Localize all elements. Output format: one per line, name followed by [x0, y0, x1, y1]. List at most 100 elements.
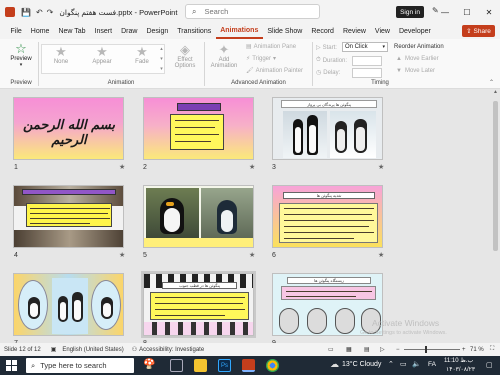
- autosave-icon[interactable]: [5, 7, 15, 17]
- gallery-scroll[interactable]: ▴ ▾ ▾: [158, 44, 165, 74]
- close-button[interactable]: ✕: [478, 0, 500, 24]
- zoom-level[interactable]: 71 %: [470, 347, 484, 353]
- tab-review[interactable]: Review: [338, 24, 370, 39]
- slide-sorter-view-icon[interactable]: ▦: [346, 346, 352, 353]
- delay-input[interactable]: [352, 68, 382, 78]
- window-title: فست هفتم پنگوان.pptx - PowerPoint: [59, 7, 178, 17]
- slide-thumbnail-5[interactable]: [143, 185, 254, 248]
- tab-slide-show[interactable]: Slide Show: [263, 24, 307, 39]
- slide-thumbnail-3[interactable]: پنگوئن ها پرندگان بی پرواز: [272, 97, 383, 160]
- file-explorer-icon[interactable]: [194, 359, 207, 372]
- slide8-title-bar: پنگوئن ها در قطب جنوب: [162, 282, 237, 289]
- task-view-icon[interactable]: [170, 359, 183, 372]
- scroll-thumb[interactable]: [493, 101, 498, 251]
- slide9-title: زیستگاه پنگوئن ها: [314, 278, 344, 283]
- tab-animations[interactable]: Animations: [215, 24, 263, 39]
- chrome-icon[interactable]: [266, 359, 279, 372]
- zoom-in-icon[interactable]: +: [462, 347, 466, 353]
- notification-icon[interactable]: ▢: [486, 361, 493, 369]
- clock-date[interactable]: ۱۴۰۳/۰۸/۲۳: [446, 366, 475, 373]
- duration-input[interactable]: [352, 56, 382, 66]
- tab-home[interactable]: Home: [26, 24, 54, 39]
- volume-icon[interactable]: 🔈: [412, 360, 421, 368]
- tab-design[interactable]: Design: [142, 24, 173, 39]
- animation-none[interactable]: ★ None: [47, 45, 75, 66]
- normal-view-icon[interactable]: ▭: [328, 346, 334, 353]
- collapse-ribbon-icon[interactable]: ⌃: [489, 79, 494, 86]
- tab-new-tab[interactable]: New Tab: [54, 24, 90, 39]
- animation-appear[interactable]: ★ Appear: [87, 45, 117, 66]
- animation-painter-icon: 🖌: [246, 68, 254, 74]
- search-input[interactable]: [204, 7, 305, 16]
- tab-insert[interactable]: Insert: [90, 24, 117, 39]
- trigger-button[interactable]: ⚡ Trigger ▾: [246, 55, 276, 63]
- trigger-icon: ⚡: [246, 56, 251, 62]
- search-icon: ⌕: [31, 360, 36, 370]
- slide-number: 3: [272, 164, 276, 171]
- group-advanced-label: Advanced Animation: [231, 80, 286, 86]
- language-status[interactable]: English (United States): [62, 347, 123, 353]
- signin-button[interactable]: Sign in: [396, 6, 424, 18]
- minimize-button[interactable]: —: [434, 0, 456, 24]
- tab-transitions[interactable]: Transitions: [173, 24, 216, 39]
- zoom-out-icon[interactable]: −: [396, 347, 400, 353]
- vertical-scrollbar[interactable]: ▲: [491, 89, 500, 343]
- tab-file[interactable]: File: [6, 24, 26, 39]
- slide-thumbnail-9[interactable]: زیستگاه پنگوئن ها: [272, 273, 383, 336]
- network-icon[interactable]: ▭: [400, 360, 407, 368]
- slide-thumbnail-4[interactable]: [13, 185, 124, 248]
- slide-thumbnail-6[interactable]: تغذیه پنگوئن ها: [272, 185, 383, 248]
- tab-draw[interactable]: Draw: [117, 24, 142, 39]
- spelling-icon[interactable]: ▣: [51, 346, 57, 353]
- slide3-title: پنگوئن ها پرندگان بی پرواز: [307, 102, 351, 107]
- slide-thumbnail-7[interactable]: [13, 273, 124, 336]
- language-indicator[interactable]: FA: [428, 361, 436, 368]
- weather-widget-icon[interactable]: 🍄: [143, 359, 155, 370]
- activation-watermark: Activate Windows: [372, 318, 440, 328]
- animation-painter-button[interactable]: 🖌 Animation Painter: [246, 67, 303, 75]
- slideshow-view-icon[interactable]: ▷: [380, 346, 385, 353]
- slide-thumbnail-2[interactable]: [143, 97, 254, 160]
- effect-options-button[interactable]: ◈ Effect Options: [170, 43, 200, 70]
- powerpoint-icon[interactable]: [242, 359, 255, 372]
- add-animation-button[interactable]: ✦ Add Animation: [207, 43, 241, 70]
- animation-pane-button[interactable]: ▤ Animation Pane: [246, 43, 296, 51]
- preview-button[interactable]: ☆ Preview ▾: [8, 42, 34, 69]
- slide-number: 2: [143, 164, 147, 171]
- clock-time[interactable]: 11:10 ب.ظ: [444, 357, 473, 364]
- share-button[interactable]: ⇪ Share: [462, 25, 495, 37]
- slide-thumbnail-8[interactable]: پنگوئن ها در قطب جنوب: [141, 271, 256, 338]
- fit-to-window-icon[interactable]: ⛶: [490, 346, 494, 353]
- windows-start-icon[interactable]: [6, 360, 17, 371]
- start-select[interactable]: On Click ▾: [342, 42, 388, 52]
- move-later-button[interactable]: ▼ Move Later: [396, 68, 435, 74]
- slide-thumbnail-1[interactable]: بسم الله الرحمن الرحیم: [13, 97, 124, 160]
- zoom-slider[interactable]: [404, 349, 460, 350]
- redo-icon[interactable]: ↷: [47, 8, 54, 17]
- save-icon[interactable]: 💾: [21, 8, 31, 17]
- maximize-button[interactable]: ☐: [456, 0, 478, 24]
- reading-view-icon[interactable]: ▤: [364, 346, 370, 353]
- zoom-thumb[interactable]: [425, 346, 427, 353]
- accessibility-status[interactable]: Accessibility: Investigate: [139, 347, 204, 353]
- tab-record[interactable]: Record: [307, 24, 339, 39]
- weather-status[interactable]: 13°C Cloudy: [342, 361, 381, 368]
- taskbar-search[interactable]: ⌕ Type here to search: [26, 358, 134, 373]
- tray-chevron-icon[interactable]: ⌃: [388, 360, 394, 368]
- divider: [312, 42, 313, 86]
- arrow-up-icon: ▲: [396, 56, 402, 62]
- animation-fade[interactable]: ★ Fade: [128, 45, 156, 66]
- effect-options-label: Effect Options: [174, 57, 196, 69]
- move-earlier-button[interactable]: ▲ Move Earlier: [396, 56, 439, 62]
- undo-icon[interactable]: ↶: [36, 8, 43, 17]
- scroll-up-icon[interactable]: ▲: [491, 89, 500, 95]
- delay-text: Delay:: [323, 69, 341, 76]
- share-icon: ⇪: [466, 28, 472, 35]
- tab-developer[interactable]: Developer: [394, 24, 435, 39]
- photoshop-icon[interactable]: Ps: [218, 359, 231, 372]
- search-box[interactable]: ⌕: [185, 4, 320, 19]
- status-bar: Slide 12 of 12 ▣ English (United States)…: [0, 343, 500, 356]
- menu-bar: File Home New Tab Insert Draw Design Tra…: [0, 24, 500, 39]
- taskbar-search-placeholder: Type here to search: [40, 361, 107, 370]
- tab-view[interactable]: View: [370, 24, 394, 39]
